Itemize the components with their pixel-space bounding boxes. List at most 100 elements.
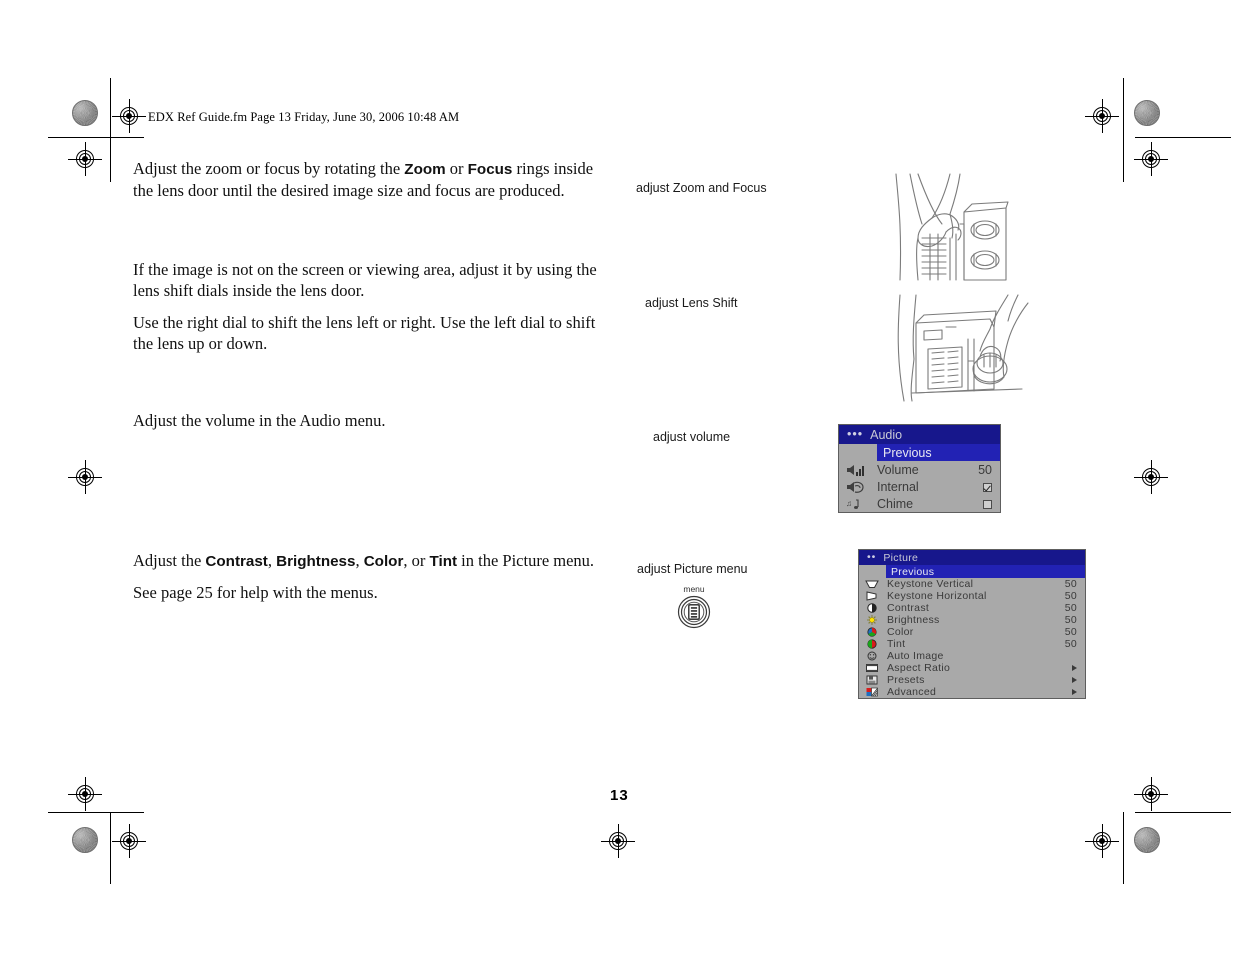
picture-menu-row-presets[interactable]: Presets — [859, 674, 1085, 686]
illustration-lens-shift-hand — [897, 294, 1029, 402]
crop-line — [1135, 812, 1231, 813]
crop-line — [110, 812, 111, 884]
picture-menu-keystone-horizontal-label: Keystone Horizontal — [887, 590, 987, 602]
audio-menu-previous-label: Previous — [883, 445, 932, 460]
registration-crosshair — [68, 777, 102, 811]
page-number: 13 — [610, 787, 629, 804]
picture-menu-brightness-value: 50 — [1064, 614, 1077, 626]
picture-menu-advanced-submenu-arrow — [1055, 686, 1077, 698]
emphasis-tint: Tint — [429, 553, 458, 570]
registration-crosshair — [112, 824, 146, 858]
checkbox-checked — [983, 482, 992, 492]
registration-crosshair — [112, 99, 146, 133]
emphasis-brightness: Brightness — [276, 553, 356, 570]
picture-menu-row-tint[interactable]: Tint 50 — [859, 638, 1085, 650]
picture-menu-advanced-label: Advanced — [887, 686, 937, 698]
picture-menu-color-label: Color — [887, 626, 914, 638]
picture-menu-color-value: 50 — [1064, 626, 1077, 638]
chevron-right-icon — [1072, 689, 1077, 695]
text-run: , — [355, 551, 364, 570]
audio-menu-osd[interactable]: ••• Audio Previous Volume 50 Internal ♫ … — [838, 424, 1001, 513]
audio-menu-internal-label: Internal — [877, 479, 919, 494]
paragraph-see-page: See page 25 for help with the menus. — [133, 583, 378, 602]
emphasis-color: Color — [363, 553, 404, 570]
picture-menu-row-auto-image[interactable]: Auto Image — [859, 650, 1085, 662]
auto-image-icon — [864, 651, 880, 662]
body-text-column: If the image is not on the screen or vie… — [133, 259, 611, 354]
audio-menu-title-bar: ••• Audio — [839, 425, 1000, 444]
crop-line — [1123, 78, 1124, 182]
audio-menu-internal-checkbox[interactable] — [966, 480, 992, 494]
volume-icon — [844, 462, 866, 477]
picture-menu-keystone-vertical-label: Keystone Vertical — [887, 578, 974, 590]
audio-menu-volume-label: Volume — [877, 462, 919, 477]
contrast-icon — [864, 603, 880, 614]
advanced-icon — [864, 687, 880, 698]
halftone-registration-dot — [1134, 827, 1160, 853]
audio-menu-row-volume[interactable]: Volume 50 — [839, 461, 1000, 478]
text-run: , or — [403, 551, 430, 570]
registration-crosshair — [1134, 142, 1168, 176]
picture-menu-contrast-label: Contrast — [887, 602, 930, 614]
tint-icon — [864, 639, 880, 650]
paragraph-picture-adjust: Adjust the Contrast, Brightness, Color, … — [133, 550, 615, 572]
document-header-info: EDX Ref Guide.fm Page 13 Friday, June 30… — [148, 110, 460, 124]
picture-menu-row-brightness[interactable]: Brightness 50 — [859, 614, 1085, 626]
audio-menu-chime-label: Chime — [877, 496, 914, 511]
registration-crosshair — [1134, 777, 1168, 811]
text-run: Adjust the — [133, 551, 206, 570]
picture-menu-previous-item[interactable]: Previous — [886, 565, 1085, 578]
picture-menu-previous-label: Previous — [891, 565, 935, 578]
picture-menu-title: Picture — [883, 551, 919, 564]
text-run: , — [267, 551, 277, 570]
illustration-zoom-focus-hand — [895, 173, 1009, 281]
keystone-vertical-icon — [864, 579, 880, 590]
aspect-ratio-icon — [864, 663, 880, 674]
halftone-registration-dot — [72, 100, 98, 126]
paragraph-lens-shift-intro: If the image is not on the screen or vie… — [133, 260, 597, 300]
audio-menu-row-internal[interactable]: Internal — [839, 478, 1000, 495]
registration-crosshair — [601, 824, 635, 858]
paragraph-zoom-focus: Adjust the zoom or focus by rotating the… — [133, 158, 615, 201]
paragraph-volume: Adjust the volume in the Audio menu. — [133, 411, 386, 430]
chevron-right-icon — [1072, 677, 1077, 683]
picture-menu-row-keystone-horizontal[interactable]: Keystone Horizontal 50 — [859, 590, 1085, 602]
halftone-registration-dot — [1134, 100, 1160, 126]
caption-adjust-volume: adjust volume — [653, 430, 731, 444]
crop-line — [48, 137, 144, 138]
registration-crosshair — [1085, 99, 1119, 133]
chime-note-icon: ♫ — [844, 496, 866, 511]
picture-menu-keystone-vertical-value: 50 — [1064, 578, 1077, 590]
body-text-column: Adjust the zoom or focus by rotating the… — [133, 158, 615, 201]
crop-line — [48, 812, 144, 813]
registration-crosshair — [1134, 460, 1168, 494]
body-text-column: Adjust the volume in the Audio menu. — [133, 410, 615, 431]
registration-crosshair — [68, 142, 102, 176]
picture-menu-tint-value: 50 — [1064, 638, 1077, 650]
emphasis-contrast: Contrast — [205, 553, 268, 570]
picture-menu-presets-label: Presets — [887, 674, 925, 686]
registration-crosshair — [68, 460, 102, 494]
picture-menu-row-keystone-vertical[interactable]: Keystone Vertical 50 — [859, 578, 1085, 590]
menu-button-icon[interactable] — [677, 595, 711, 629]
registration-crosshair — [1085, 824, 1119, 858]
internal-speaker-icon — [844, 479, 866, 494]
picture-menu-aspect-ratio-label: Aspect Ratio — [887, 662, 951, 674]
picture-menu-row-color[interactable]: Color 50 — [859, 626, 1085, 638]
menu-button-label: menu — [683, 584, 705, 594]
caption-adjust-picture-menu: adjust Picture menu — [637, 562, 748, 576]
body-text-column: Adjust the Contrast, Brightness, Color, … — [133, 550, 615, 603]
caption-adjust-lens-shift: adjust Lens Shift — [645, 296, 738, 310]
audio-menu-previous-item[interactable]: Previous — [877, 444, 1000, 461]
audio-menu-dots: ••• — [847, 427, 864, 442]
emphasis-focus: Focus — [467, 161, 513, 178]
picture-menu-dots: •• — [867, 551, 877, 564]
audio-menu-chime-checkbox[interactable] — [966, 497, 992, 511]
picture-menu-row-advanced[interactable]: Advanced — [859, 686, 1085, 698]
audio-menu-row-chime[interactable]: ♫ Chime — [839, 495, 1000, 512]
picture-menu-row-contrast[interactable]: Contrast 50 — [859, 602, 1085, 614]
crop-line — [110, 78, 111, 138]
picture-menu-osd[interactable]: •• Picture Previous Keystone Vertical 50… — [858, 549, 1086, 699]
picture-menu-tint-label: Tint — [887, 638, 906, 650]
picture-menu-row-aspect-ratio[interactable]: Aspect Ratio — [859, 662, 1085, 674]
